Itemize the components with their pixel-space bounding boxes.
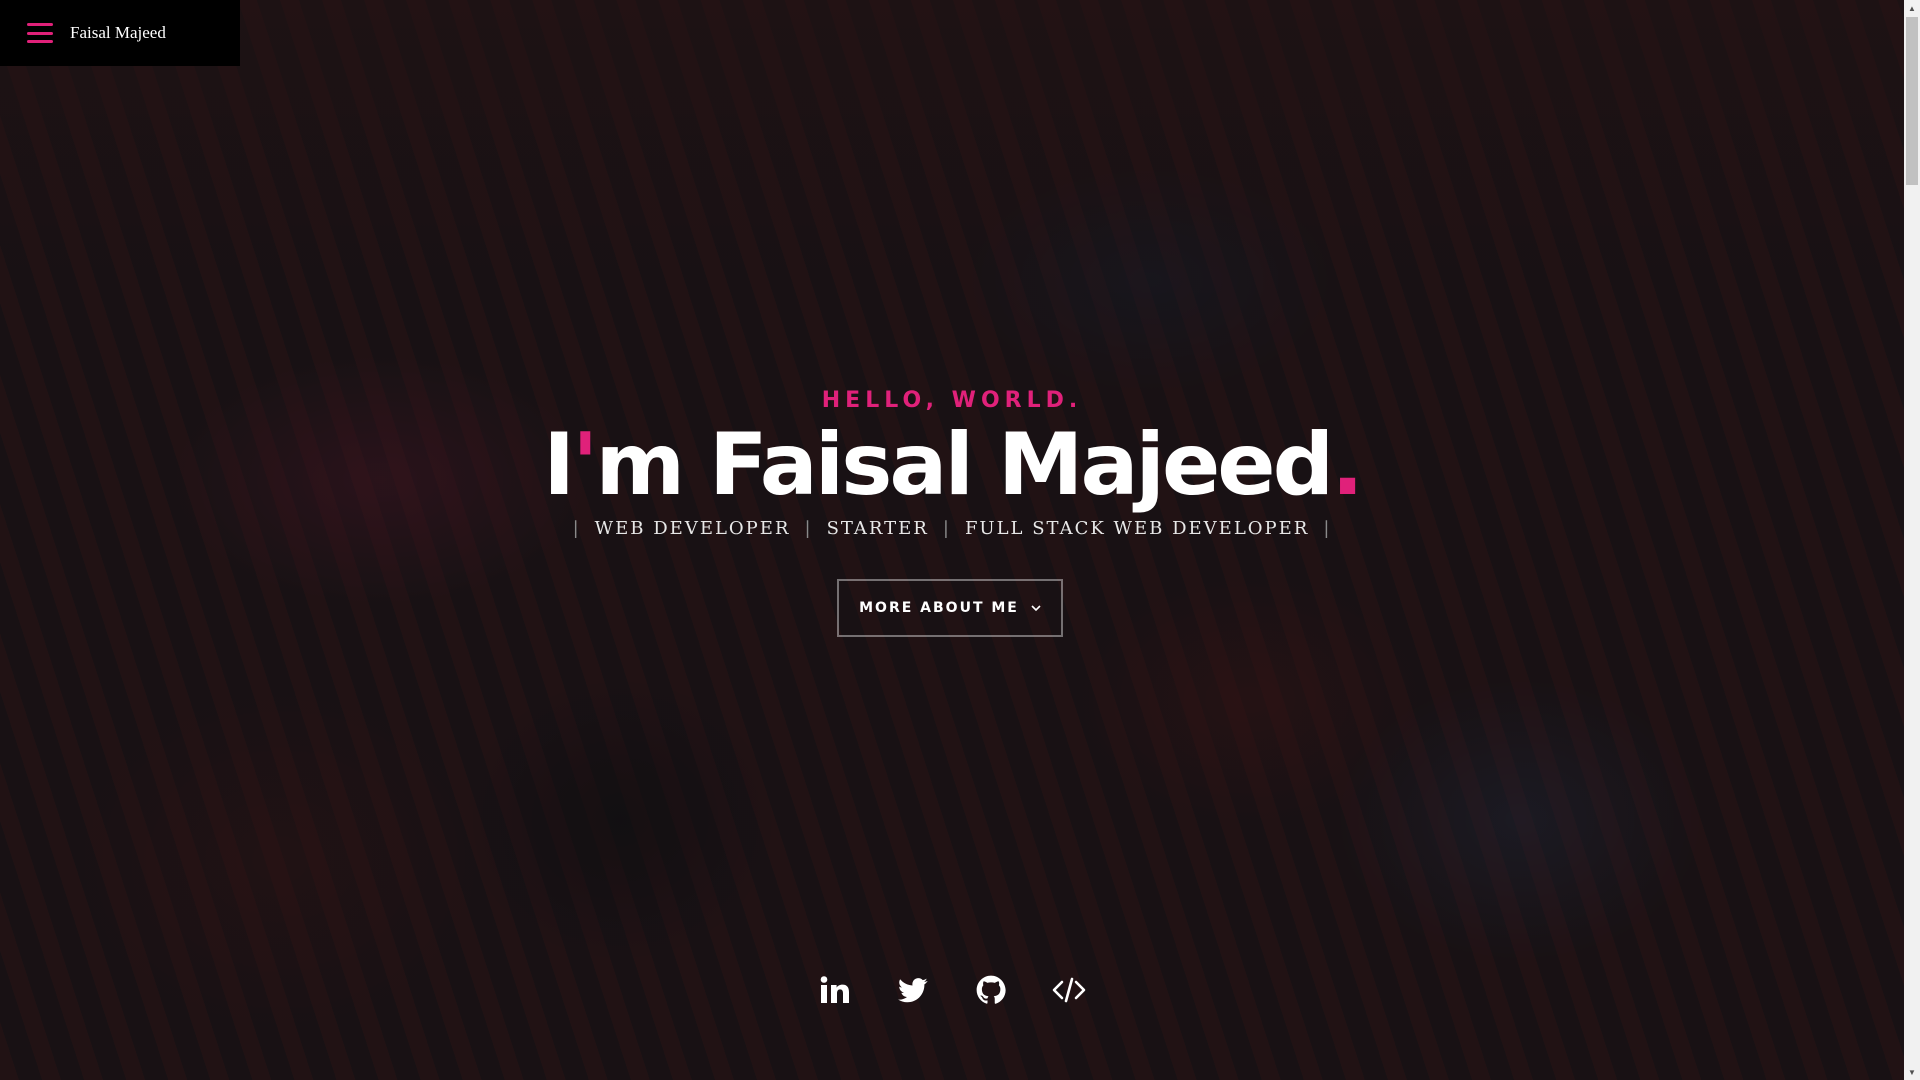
title-apostrophe: ' [572,415,598,515]
hero-roles: | WEB DEVELOPER | STARTER | FULL STACK WEB DE… [0,518,1904,539]
role-separator: | [1323,518,1332,539]
more-about-me-label: MORE ABOUT ME [859,600,1019,616]
top-nav: Faisal Majeed [0,0,240,66]
hero: HELLO, WORLD. I'm Faisal Majeed. | WEB DE… [0,0,1904,1080]
role-separator: | [572,518,581,539]
github-icon[interactable] [971,970,1011,1010]
more-about-me-button[interactable]: MORE ABOUT ME [837,579,1063,637]
role-web-developer: WEB DEVELOPER [594,518,791,539]
title-period: . [1331,415,1364,515]
social-links [0,970,1904,1010]
role-separator: | [804,518,813,539]
chevron-down-icon [1031,601,1041,615]
page: HELLO, WORLD. I'm Faisal Majeed. | WEB DE… [0,0,1920,1080]
hamburger-menu-icon[interactable] [27,23,53,43]
hero-title: I'm Faisal Majeed. [0,410,1904,520]
title-prefix: I [543,415,575,515]
role-full-stack: FULL STACK WEB DEVELOPER [964,518,1310,539]
vertical-scrollbar[interactable]: ▲ ▼ [1904,0,1920,1080]
role-separator: | [942,518,951,539]
title-name: m Faisal Majeed [595,415,1334,515]
brand-name[interactable]: Faisal Majeed [70,23,166,43]
scrollbar-thumb[interactable] [1906,17,1918,185]
code-icon[interactable] [1049,970,1089,1010]
twitter-icon[interactable] [893,970,933,1010]
linkedin-icon[interactable] [815,970,855,1010]
role-starter: STARTER [826,518,929,539]
scroll-up-arrow-icon[interactable]: ▲ [1904,0,1920,16]
scroll-down-arrow-icon[interactable]: ▼ [1904,1064,1920,1080]
